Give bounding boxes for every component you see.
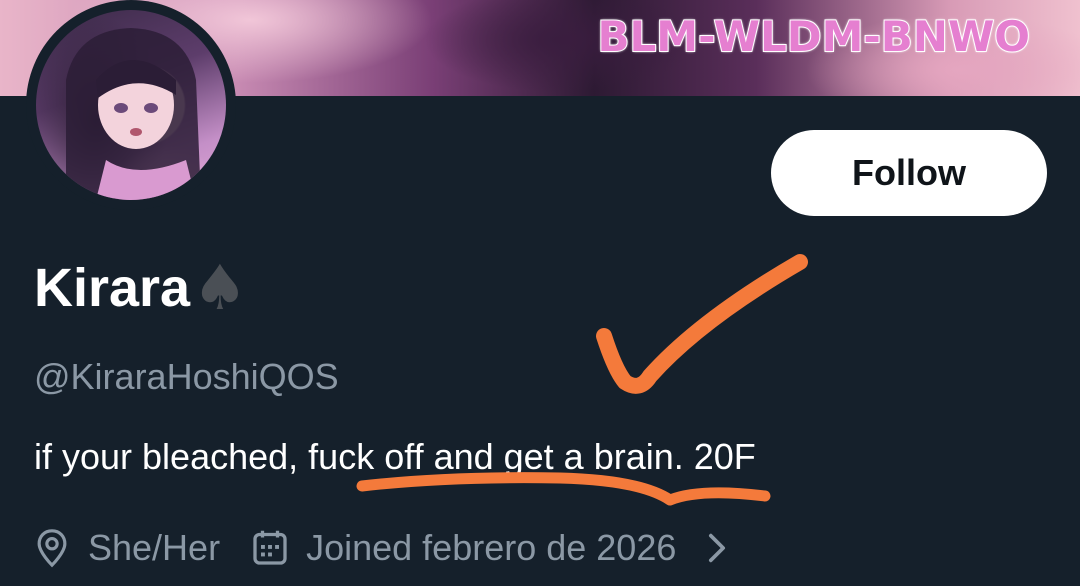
avatar-artwork	[66, 28, 201, 200]
orange-underline	[356, 472, 771, 506]
calendar-icon	[253, 530, 287, 565]
joined-date-text: Joined febrero de 2026	[306, 527, 677, 568]
follow-button[interactable]: Follow	[771, 130, 1047, 216]
location-pin-icon	[37, 529, 67, 568]
pronouns-item: She/Her	[34, 527, 220, 569]
spade-icon: ♠	[192, 251, 248, 324]
display-name: Kirara	[34, 258, 191, 318]
profile-bio: if your bleached, fuck off and get a bra…	[34, 436, 756, 477]
display-name-row: Kirara ♠	[34, 252, 248, 324]
chevron-right-icon[interactable]	[706, 531, 728, 565]
joined-item: Joined febrero de 2026	[252, 527, 676, 569]
banner-title-text: BLM-WLDM-BNWO	[597, 11, 1031, 62]
profile-meta-row: She/Her Joined febrero de 2026	[34, 524, 728, 572]
orange-checkmark	[596, 254, 808, 394]
pronouns-text: She/Her	[88, 527, 221, 568]
avatar[interactable]	[36, 10, 226, 200]
user-handle: @KiraraHoshiQOS	[34, 356, 339, 397]
